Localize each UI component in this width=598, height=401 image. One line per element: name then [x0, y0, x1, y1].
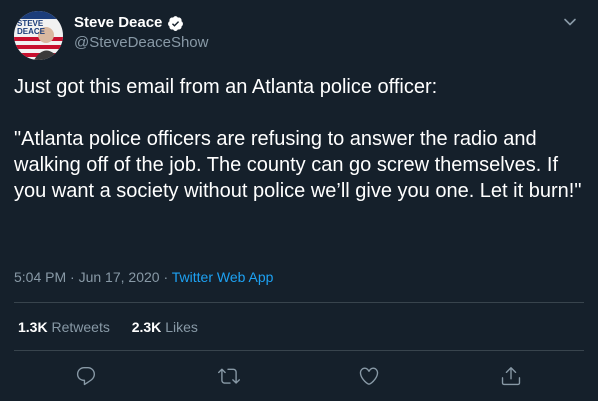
- verified-badge-icon: [167, 15, 184, 32]
- share-icon[interactable]: [500, 365, 522, 387]
- tweet-meta: 5:04 PM · Jun 17, 2020 · Twitter Web App: [14, 267, 273, 287]
- likes-count: 2.3K: [131, 319, 162, 335]
- retweets-stat[interactable]: 1.3K Retweets: [18, 319, 114, 335]
- action-bar: [0, 365, 598, 387]
- retweets-label: Retweets: [51, 319, 110, 335]
- retweets-count: 1.3K: [18, 319, 48, 335]
- avatar[interactable]: STEVE DEACE: [14, 11, 63, 60]
- likes-label: Likes: [165, 319, 198, 335]
- reply-icon[interactable]: [75, 365, 97, 387]
- author-display-name[interactable]: Steve Deace: [74, 14, 162, 32]
- tweet-card: STEVE DEACE Steve Deace @SteveDeaceShow …: [0, 0, 598, 401]
- engagement-stats: 1.3K Retweets 2.3K Likes: [18, 317, 216, 337]
- meta-separator: ·: [163, 269, 169, 285]
- tweet-time[interactable]: 5:04 PM: [14, 269, 66, 285]
- retweet-icon[interactable]: [218, 365, 240, 387]
- divider: [14, 302, 584, 303]
- chevron-down-icon[interactable]: [560, 12, 580, 32]
- author-handle[interactable]: @SteveDeaceShow: [74, 34, 208, 52]
- heart-icon[interactable]: [358, 365, 380, 387]
- author-name-row[interactable]: Steve Deace: [74, 14, 184, 32]
- divider: [14, 350, 584, 351]
- tweet-text: Just got this email from an Atlanta poli…: [14, 76, 582, 202]
- likes-stat[interactable]: 2.3K Likes: [132, 319, 198, 335]
- svg-text:DEACE: DEACE: [17, 27, 46, 36]
- tweet-date[interactable]: Jun 17, 2020: [79, 269, 160, 285]
- meta-separator: ·: [70, 269, 75, 285]
- tweet-source-link[interactable]: Twitter Web App: [172, 269, 274, 285]
